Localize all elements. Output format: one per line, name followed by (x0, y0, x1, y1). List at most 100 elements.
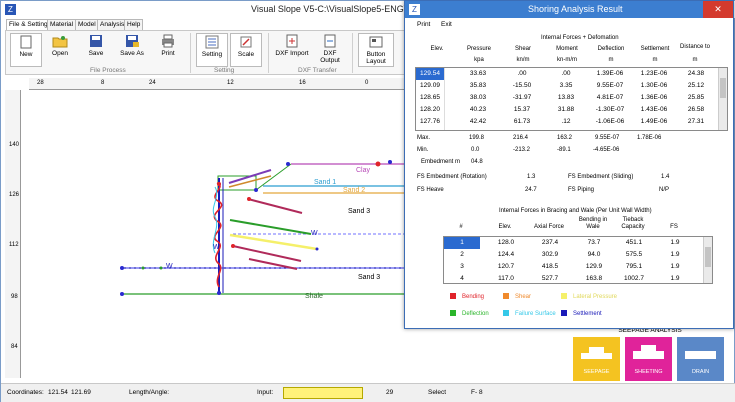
legend-swatch (561, 293, 567, 299)
layer-label-sand1: Sand 1 (314, 179, 337, 186)
col-header-bending-wale: Bending in Wale (578, 217, 608, 230)
bracing-table[interactable]: 1 128.0 237.4 73.7 451.1 1.9 2 124.4 302… (443, 236, 713, 284)
table-cell: 15.37 (513, 106, 531, 113)
table-cell: 124.4 (497, 251, 515, 258)
legend-swatch (503, 293, 509, 299)
col-header-tieback: Tieback Capacity (621, 217, 645, 230)
water-table-label: W (166, 263, 173, 270)
table-scrollbar[interactable] (703, 237, 712, 283)
table-cell: 418.5 (541, 263, 559, 270)
legend-label: Failure Surface (515, 311, 556, 317)
table-cell: 40.23 (469, 106, 487, 113)
table-cell[interactable]: 1 (444, 239, 480, 246)
max-label: Max. (417, 135, 431, 141)
legend-deflection[interactable]: Deflection (450, 310, 489, 317)
col-header-index: # (459, 224, 463, 230)
table-cell: 451.1 (625, 239, 643, 246)
table-cell: 27.31 (687, 118, 705, 125)
table-cell: 117.0 (498, 275, 514, 282)
menu-print[interactable]: Print (417, 21, 430, 28)
table-cell[interactable]: 2 (444, 251, 480, 258)
dialog-title-bar: Z Shoring Analysis Result ✕ (405, 1, 733, 18)
table-cell: 24.38 (687, 70, 705, 77)
col-header-pressure: Pressure (466, 46, 491, 52)
bracing-title: Internal Forces in Bracing and Wale (Per… (499, 208, 652, 214)
layer-label-sand2: Sand 2 (343, 187, 366, 194)
max-moment: 163.2 (557, 135, 573, 141)
menu-exit[interactable]: Exit (441, 21, 452, 28)
table-cell[interactable]: 128.65 (416, 94, 444, 101)
drain-button-label: DRAIN (691, 369, 710, 375)
legend-label: Deflection (462, 311, 489, 317)
seepage-panel: SEEPAGE ANALYSIS SEEPAGE SHEETING DRAIN (567, 323, 733, 381)
drain-button[interactable]: DRAIN (677, 337, 724, 381)
table-cell: 94.0 (587, 251, 601, 258)
scrollbar-thumb[interactable] (720, 78, 726, 98)
legend-lateral-pressure[interactable]: Lateral Pressure (561, 293, 617, 300)
table-cell: 1.23E-06 (640, 70, 668, 77)
unit-shear: kn/m (516, 57, 530, 63)
table-cell: 4.81E-07 (596, 94, 624, 101)
table-cell: -1.30E-07 (595, 106, 625, 113)
legend-label: Settlement (573, 311, 602, 317)
sheeting-button[interactable]: SHEETING (625, 337, 672, 381)
max-shear: 216.4 (513, 135, 529, 141)
table-cell: 38.03 (469, 94, 487, 101)
legend-label: Bending (462, 294, 485, 300)
table-cell: 1.30E-06 (640, 82, 668, 89)
table-cell: -31.97 (512, 94, 532, 101)
coordinate-x: 121.54 (48, 389, 68, 396)
table-cell: 25.85 (687, 94, 705, 101)
table-cell: .00 (561, 70, 571, 77)
water-table-label: W (311, 230, 318, 237)
table-cell[interactable]: 129.09 (416, 82, 444, 89)
internal-forces-table[interactable]: 129.54 33.63 .00 .00 1.39E-06 1.23E-06 2… (415, 67, 728, 131)
unit-distance: m (692, 57, 698, 63)
dialog-title: Shoring Analysis Result (528, 4, 623, 14)
unit-moment: kn-m/m (557, 57, 577, 63)
table-cell[interactable]: 129.54 (416, 70, 444, 77)
table-cell: 31.88 (557, 106, 575, 113)
scrollbar-thumb[interactable] (705, 247, 711, 267)
fs-heave-label: FS Heave (417, 187, 444, 193)
table-cell: 33.63 (469, 70, 487, 77)
command-input[interactable] (283, 387, 363, 399)
select-label: Select (428, 389, 447, 396)
unit-settlement: m (652, 57, 658, 63)
table-cell: -1.06E-06 (595, 118, 625, 125)
legend-shear[interactable]: Shear (503, 293, 531, 300)
table-cell: 1.39E-06 (596, 70, 624, 77)
fs-sliding-label: FS Embedment (Sliding) (568, 174, 634, 180)
table-cell[interactable]: 128.20 (416, 106, 444, 113)
status-bar: Coordinates: 121.54 121.69 Length/Angle:… (1, 383, 735, 402)
legend-swatch (503, 310, 509, 316)
seepage-button[interactable]: SEEPAGE (573, 337, 620, 381)
table-cell: 42.42 (469, 118, 487, 125)
legend-failure-surface[interactable]: Failure Surface (503, 310, 556, 317)
legend-settlement[interactable]: Settlement (561, 310, 602, 317)
table-cell: 237.4 (541, 239, 559, 246)
table-cell[interactable]: 3 (444, 263, 480, 270)
table-cell: 1.9 (670, 275, 680, 282)
dialog-close-button[interactable]: ✕ (703, 1, 733, 18)
table-cell: 120.7 (497, 263, 515, 270)
table-cell: 575.5 (625, 251, 643, 258)
col-header-settlement: Settlement (640, 46, 670, 52)
table-cell: 1.49E-06 (640, 118, 668, 125)
table-cell: 26.58 (687, 106, 705, 113)
table-cell: 1002.7 (624, 275, 644, 282)
col-header-deflection: Deflection (597, 46, 625, 52)
table-scrollbar[interactable] (718, 68, 727, 130)
table-cell: -15.50 (512, 82, 532, 89)
table-cell[interactable]: 4 (444, 275, 480, 282)
table-cell: 795.1 (625, 263, 643, 270)
table-cell: 35.83 (469, 82, 487, 89)
table-cell: 9.55E-07 (596, 82, 624, 89)
coordinates-label: Coordinates: (7, 389, 44, 396)
min-shear: -213.2 (513, 147, 531, 153)
max-deflection: 9.55E-07 (595, 135, 620, 141)
unit-deflection: m (608, 57, 614, 63)
table-cell[interactable]: 127.76 (416, 118, 444, 125)
embedment-unit: m (455, 159, 460, 165)
legend-bending[interactable]: Bending (450, 293, 484, 300)
